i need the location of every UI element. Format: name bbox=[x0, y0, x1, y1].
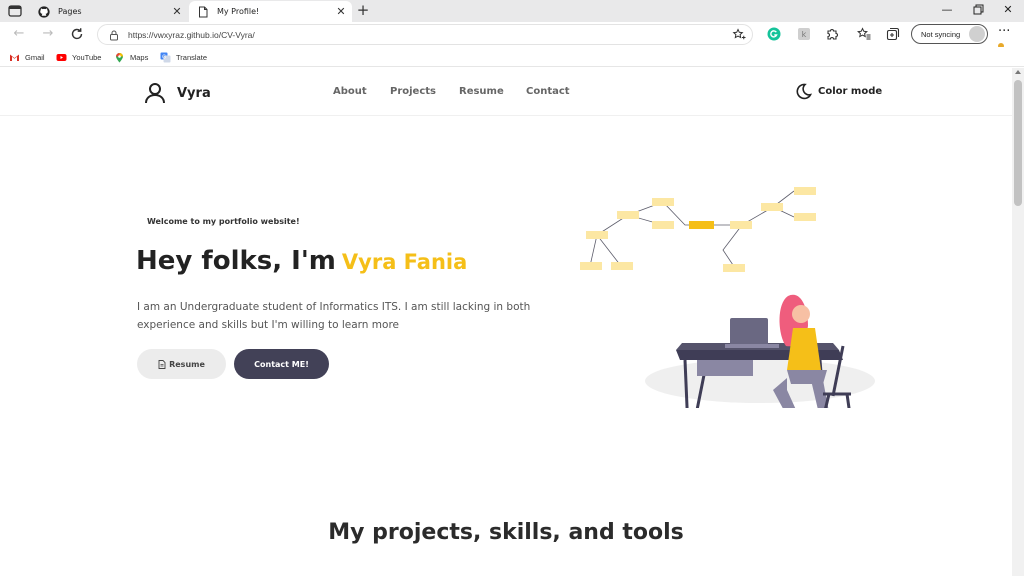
page-scrollbar[interactable] bbox=[1012, 68, 1024, 576]
hero-name: Vyra Fania bbox=[341, 250, 468, 274]
new-tab-button[interactable]: + bbox=[355, 3, 371, 19]
refresh-icon[interactable] bbox=[68, 25, 86, 43]
address-bar[interactable]: https://vwxyraz.github.io/CV-Vyra/ bbox=[97, 24, 753, 45]
bookmark-maps[interactable]: Maps bbox=[114, 50, 148, 64]
tab-title: Pages bbox=[58, 7, 82, 16]
restore-icon[interactable] bbox=[969, 2, 987, 18]
resume-button-label: Resume bbox=[169, 359, 205, 369]
svg-text:k: k bbox=[802, 30, 807, 39]
welcome-text: Welcome to my portfolio website! bbox=[147, 217, 300, 226]
user-icon bbox=[145, 83, 165, 104]
scrollbar-thumb[interactable] bbox=[1014, 80, 1022, 206]
browser-toolbar: ← → https://vwxyraz.github.io/CV-Vyra/ k bbox=[0, 22, 1024, 49]
page-icon bbox=[199, 6, 208, 17]
back-icon[interactable]: ← bbox=[10, 25, 28, 43]
hero-description: I am an Undergraduate student of Informa… bbox=[137, 301, 531, 331]
menu-icon[interactable]: ··· bbox=[998, 25, 1018, 49]
extension-icon[interactable]: k bbox=[797, 27, 811, 41]
bookmark-youtube[interactable]: YouTube bbox=[56, 50, 101, 64]
bookmark-label: Gmail bbox=[25, 52, 45, 62]
tab-my-profile[interactable]: My Profile! ✕ bbox=[189, 1, 352, 22]
profile-sync-button[interactable]: Not syncing bbox=[911, 24, 988, 44]
tab-bar: Pages ✕ My Profile! ✕ + — ✕ bbox=[0, 0, 1024, 22]
bookmarks-bar: Gmail YouTube Maps G Translate bbox=[0, 47, 1024, 67]
tab-title: My Profile! bbox=[217, 7, 260, 16]
moon-icon bbox=[796, 83, 812, 100]
translate-icon: G bbox=[160, 52, 171, 62]
brand[interactable]: Vyra bbox=[143, 81, 211, 105]
close-icon[interactable]: ✕ bbox=[170, 5, 184, 19]
minimize-icon[interactable]: — bbox=[938, 2, 956, 18]
page-viewport: Vyra About Projects Resume Contact Color… bbox=[0, 68, 1012, 576]
contact-button-label: Contact ME! bbox=[254, 359, 309, 369]
hero-illustration bbox=[580, 187, 875, 408]
bookmark-label: Translate bbox=[176, 52, 207, 62]
github-icon bbox=[38, 5, 50, 18]
resume-button[interactable]: Resume bbox=[137, 349, 226, 379]
color-mode-toggle[interactable]: Color mode bbox=[795, 83, 882, 100]
color-mode-label: Color mode bbox=[818, 86, 883, 97]
tab-pages[interactable]: Pages ✕ bbox=[30, 1, 188, 22]
favorites-icon[interactable] bbox=[857, 27, 871, 41]
extensions-puzzle-icon[interactable] bbox=[825, 27, 839, 41]
mind-map-graphic bbox=[589, 190, 795, 269]
bookmark-translate[interactable]: G Translate bbox=[160, 50, 207, 64]
document-icon bbox=[158, 359, 166, 369]
maps-icon bbox=[116, 52, 123, 62]
close-icon[interactable]: ✕ bbox=[334, 5, 348, 19]
nav-link-about[interactable]: About bbox=[333, 86, 367, 97]
tab-actions-icon[interactable] bbox=[6, 3, 24, 19]
section-title: My projects, skills, and tools bbox=[328, 520, 684, 545]
site-navbar: Vyra About Projects Resume Contact Color… bbox=[0, 68, 1012, 116]
scroll-up-icon[interactable] bbox=[1015, 70, 1021, 74]
sync-label: Not syncing bbox=[921, 29, 961, 39]
gmail-icon bbox=[10, 54, 19, 61]
bookmark-label: YouTube bbox=[72, 52, 102, 62]
grammarly-icon[interactable] bbox=[767, 27, 781, 41]
svg-text:G: G bbox=[162, 54, 166, 60]
bookmark-gmail[interactable]: Gmail bbox=[9, 50, 45, 64]
forward-icon[interactable]: → bbox=[39, 25, 57, 43]
favorite-add-icon[interactable] bbox=[732, 27, 746, 42]
collections-icon[interactable] bbox=[886, 27, 900, 41]
lock-icon[interactable] bbox=[108, 29, 120, 41]
nav-link-contact[interactable]: Contact bbox=[526, 86, 570, 97]
close-window-icon[interactable]: ✕ bbox=[999, 2, 1017, 18]
bookmark-label: Maps bbox=[130, 52, 149, 62]
nav-link-resume[interactable]: Resume bbox=[459, 86, 504, 97]
nav-link-projects[interactable]: Projects bbox=[390, 86, 436, 97]
youtube-icon bbox=[56, 53, 67, 61]
contact-me-button[interactable]: Contact ME! bbox=[234, 349, 329, 379]
brand-name: Vyra bbox=[177, 85, 211, 101]
hero-title: Hey folks, I'm Vyra Fania bbox=[136, 246, 467, 276]
hero-greeting: Hey folks, I'm bbox=[136, 246, 336, 276]
avatar bbox=[969, 26, 985, 42]
url-text[interactable]: https://vwxyraz.github.io/CV-Vyra/ bbox=[128, 30, 732, 40]
